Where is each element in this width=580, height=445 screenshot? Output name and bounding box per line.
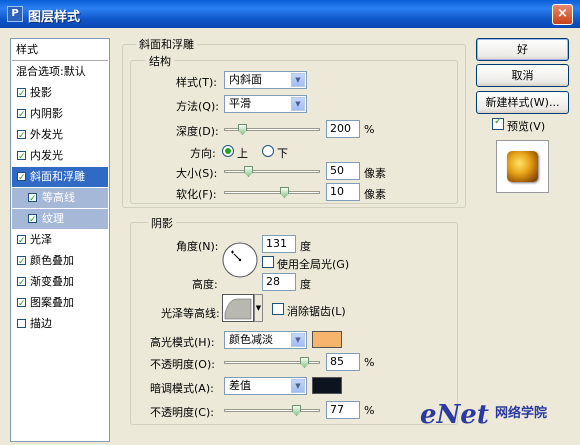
highlight-opacity-input[interactable]: 85	[326, 353, 360, 371]
highlight-opacity-unit: %	[364, 356, 375, 369]
soften-unit: 像素	[364, 188, 386, 201]
shadow-mode-select[interactable]: 差值 ▼	[224, 377, 307, 395]
shadow-mode-label: 暗调模式(A):	[150, 382, 214, 395]
contour-dropdown-arrow-icon[interactable]: ▼	[254, 294, 263, 322]
close-button[interactable]: ×	[552, 4, 573, 25]
list-item-inner-shadow[interactable]: 内阴影	[12, 104, 108, 125]
chevron-down-icon: ▼	[291, 379, 305, 393]
checkbox[interactable]	[17, 294, 26, 314]
global-light-checkbox[interactable]	[262, 256, 274, 268]
watermark-text: 网络学院	[495, 406, 548, 421]
list-item-contour[interactable]: 等高线	[12, 188, 108, 209]
list-item-stroke[interactable]: 描边	[12, 314, 108, 334]
structure-title: 结构	[146, 53, 174, 69]
depth-input[interactable]: 200	[326, 120, 360, 138]
soften-slider[interactable]	[224, 191, 320, 194]
checkbox[interactable]	[17, 252, 26, 272]
list-item-bevel-emboss[interactable]: 斜面和浮雕	[12, 167, 108, 188]
gloss-contour-label: 光泽等高线:	[161, 307, 220, 320]
angle-unit: 度	[300, 240, 311, 253]
size-label: 大小(S):	[176, 167, 218, 180]
highlight-mode-label: 高光模式(H):	[150, 336, 215, 349]
highlight-opacity-label: 不透明度(O):	[150, 358, 215, 371]
style-select[interactable]: 内斜面 ▼	[224, 71, 307, 89]
shadow-opacity-unit: %	[364, 404, 375, 417]
altitude-input[interactable]: 28	[262, 273, 296, 291]
checkbox[interactable]	[17, 84, 26, 104]
shadow-opacity-slider[interactable]	[224, 409, 320, 412]
list-item-gradient-overlay[interactable]: 渐变叠加	[12, 272, 108, 293]
depth-unit: %	[364, 123, 375, 136]
soften-input[interactable]: 10	[326, 183, 360, 201]
direction-label: 方向:	[190, 147, 216, 160]
direction-down-label: 下	[277, 147, 288, 160]
list-item-pattern-overlay[interactable]: 图案叠加	[12, 293, 108, 314]
watermark-logo: eNet	[420, 400, 489, 430]
checkbox[interactable]	[17, 105, 26, 125]
title-bar	[0, 0, 580, 28]
style-list: 样式 混合选项:默认 投影 内阴影 外发光 内发光 斜面和浮雕 等高线 纹理 光…	[10, 38, 110, 442]
soften-label: 软化(F):	[176, 188, 217, 201]
preview-swatch-image	[507, 151, 538, 182]
direction-up-radio[interactable]	[222, 145, 234, 157]
style-list-header[interactable]: 样式	[12, 40, 108, 61]
app-icon: P	[7, 6, 23, 22]
highlight-color-swatch[interactable]	[312, 331, 342, 348]
checkbox[interactable]	[17, 319, 26, 328]
chevron-down-icon: ▼	[291, 73, 305, 87]
checkbox[interactable]	[17, 231, 26, 251]
global-light-label: 使用全局光(G)	[277, 258, 350, 271]
list-item-texture[interactable]: 纹理	[12, 209, 108, 230]
list-item-outer-glow[interactable]: 外发光	[12, 125, 108, 146]
shadow-opacity-label: 不透明度(C):	[150, 406, 214, 419]
chevron-down-icon: ▼	[291, 97, 305, 111]
angle-dial[interactable]	[221, 241, 259, 279]
style-label: 样式(T):	[176, 76, 218, 89]
shadow-opacity-input[interactable]: 77	[326, 401, 360, 419]
list-item-drop-shadow[interactable]: 投影	[12, 83, 108, 104]
shadow-color-swatch[interactable]	[312, 377, 342, 394]
cancel-button[interactable]: 取消	[476, 64, 569, 87]
contour-curve-icon	[224, 298, 252, 320]
size-slider[interactable]	[224, 170, 320, 173]
size-unit: 像素	[364, 167, 386, 180]
bevel-group-title: 斜面和浮雕	[136, 36, 197, 52]
preview-label: 预览(V)	[507, 120, 546, 133]
highlight-mode-select[interactable]: 颜色减淡 ▼	[224, 331, 307, 349]
list-item-satin[interactable]: 光泽	[12, 230, 108, 251]
technique-select[interactable]: 平滑 ▼	[224, 95, 307, 113]
list-item-color-overlay[interactable]: 颜色叠加	[12, 251, 108, 272]
checkbox[interactable]	[28, 189, 37, 209]
angle-input[interactable]: 131	[262, 235, 296, 253]
chevron-down-icon: ▼	[291, 333, 305, 347]
anti-alias-checkbox[interactable]	[272, 303, 284, 315]
ok-button[interactable]: 好	[476, 38, 569, 61]
direction-up-label: 上	[237, 147, 248, 160]
checkbox[interactable]	[17, 147, 26, 167]
preview-checkbox[interactable]	[492, 116, 504, 130]
depth-label: 深度(D):	[176, 125, 219, 138]
technique-label: 方法(Q):	[176, 100, 219, 113]
direction-down-radio[interactable]	[262, 145, 274, 157]
altitude-unit: 度	[300, 278, 311, 291]
checkbox[interactable]	[17, 168, 26, 188]
checkbox[interactable]	[28, 210, 37, 230]
checkbox[interactable]	[17, 126, 26, 146]
blend-options-item[interactable]: 混合选项:默认	[12, 62, 108, 82]
checkbox[interactable]	[17, 273, 26, 293]
altitude-label: 高度:	[192, 278, 218, 291]
new-style-button[interactable]: 新建样式(W)...	[476, 91, 569, 114]
anti-alias-label: 消除锯齿(L)	[287, 305, 346, 318]
window-title: 图层样式	[28, 10, 81, 25]
angle-label: 角度(N):	[176, 240, 219, 253]
size-input[interactable]: 50	[326, 162, 360, 180]
preview-thumbnail	[496, 140, 549, 193]
list-item-inner-glow[interactable]: 内发光	[12, 146, 108, 167]
gloss-contour-picker[interactable]	[222, 294, 254, 322]
shading-title: 阴影	[148, 215, 176, 231]
